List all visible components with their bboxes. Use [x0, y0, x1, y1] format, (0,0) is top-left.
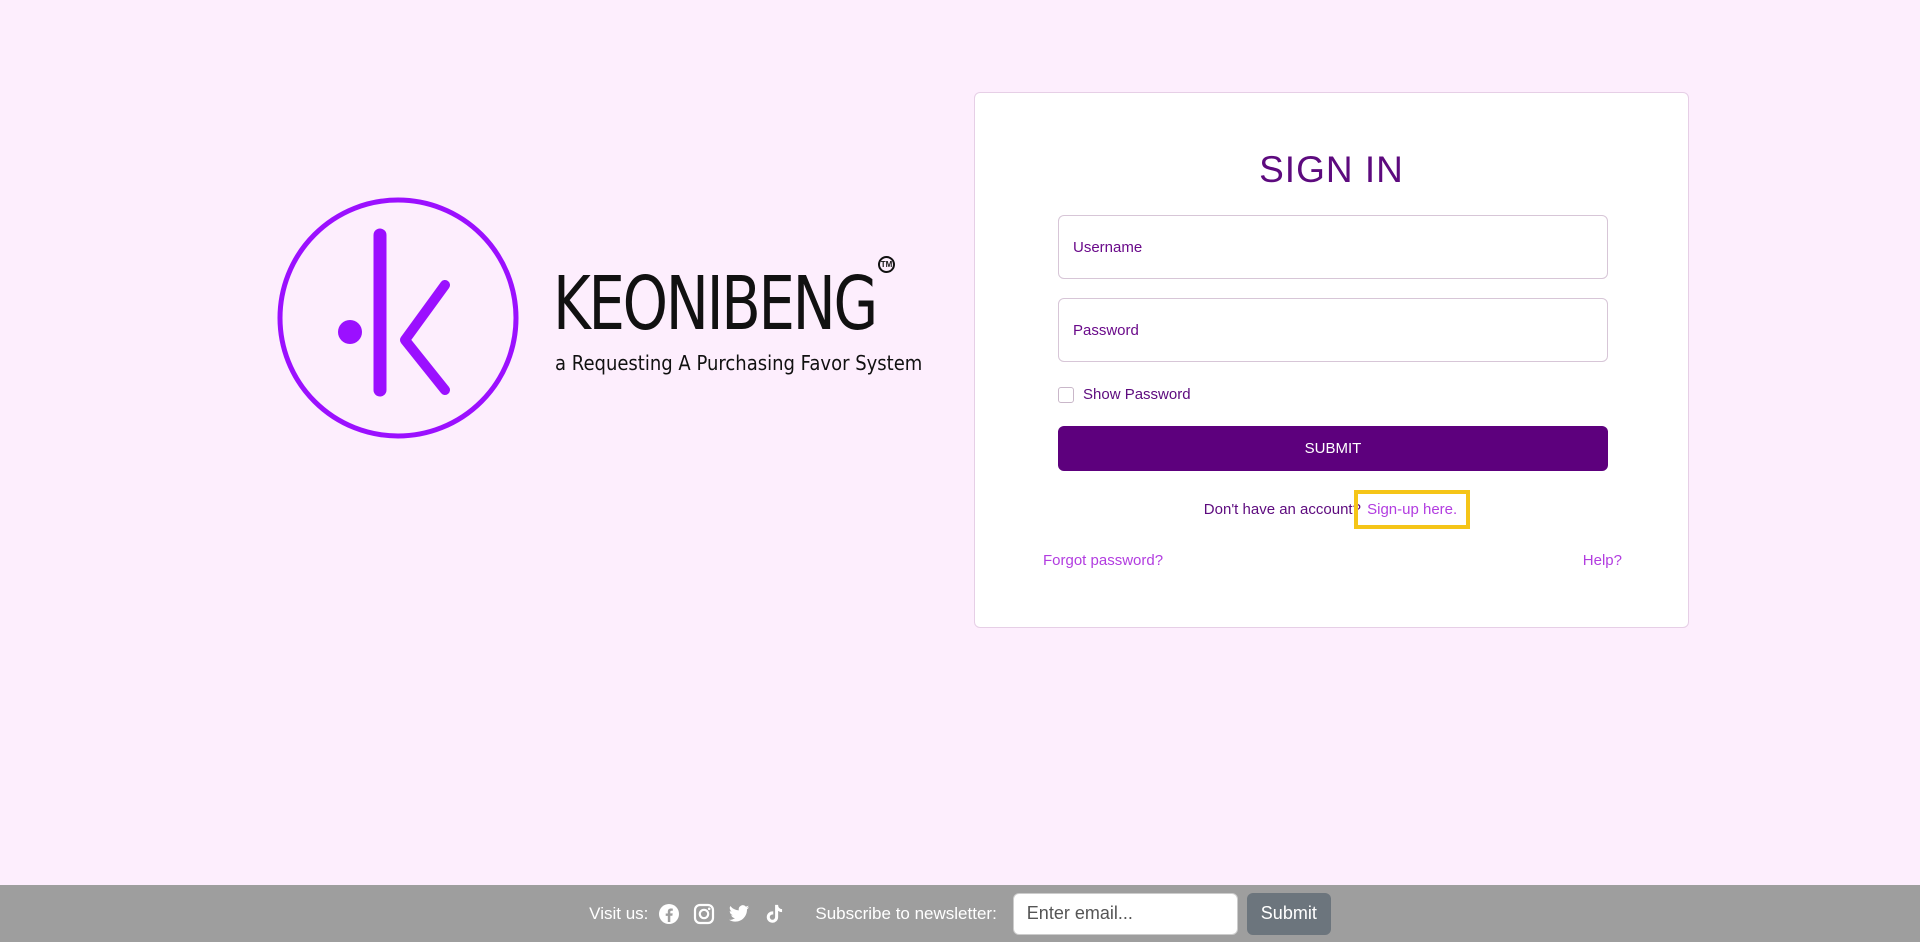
tiktok-icon[interactable]: [763, 903, 785, 925]
no-account-text: Don't have an account?: [1203, 501, 1361, 518]
signup-row: Don't have an account? Sign-up here.: [975, 490, 1688, 529]
submit-button[interactable]: SUBMIT: [1058, 426, 1608, 471]
footer: Visit us: Subscribe to newsletter: Submi…: [0, 885, 1920, 942]
help-link[interactable]: Help?: [1583, 552, 1622, 569]
brand-name: KEONIBENG: [553, 261, 878, 347]
social-links: [658, 903, 785, 925]
signin-title: SIGN IN: [1259, 149, 1404, 190]
brand-logo: KEONIBENG TM a Requesting A Purchasing F…: [275, 195, 922, 445]
password-input[interactable]: [1059, 299, 1607, 361]
page: KEONIBENG TM a Requesting A Purchasing F…: [0, 0, 1920, 942]
instagram-icon[interactable]: [693, 903, 715, 925]
show-password-toggle[interactable]: Show Password: [1058, 386, 1191, 403]
show-password-label: Show Password: [1083, 386, 1191, 403]
twitter-icon[interactable]: [728, 903, 750, 925]
facebook-icon[interactable]: [658, 903, 680, 925]
username-field[interactable]: [1058, 215, 1608, 279]
newsletter-email-input[interactable]: [1012, 892, 1238, 935]
newsletter-submit-button[interactable]: Submit: [1246, 892, 1331, 935]
trademark-badge: TM: [878, 256, 895, 273]
brand-tagline: a Requesting A Purchasing Favor System: [555, 351, 923, 375]
signin-card: SIGN IN Show Password SUBMIT Don't have …: [974, 92, 1689, 628]
k-logo-icon: [277, 197, 519, 439]
subscribe-label: Subscribe to newsletter:: [815, 903, 997, 923]
signup-link[interactable]: Sign-up here.: [1354, 490, 1471, 529]
visit-us-label: Visit us:: [589, 903, 649, 923]
password-field[interactable]: [1058, 298, 1608, 362]
show-password-checkbox[interactable]: [1058, 386, 1074, 403]
forgot-password-link[interactable]: Forgot password?: [1043, 552, 1163, 569]
username-input[interactable]: [1059, 216, 1607, 278]
